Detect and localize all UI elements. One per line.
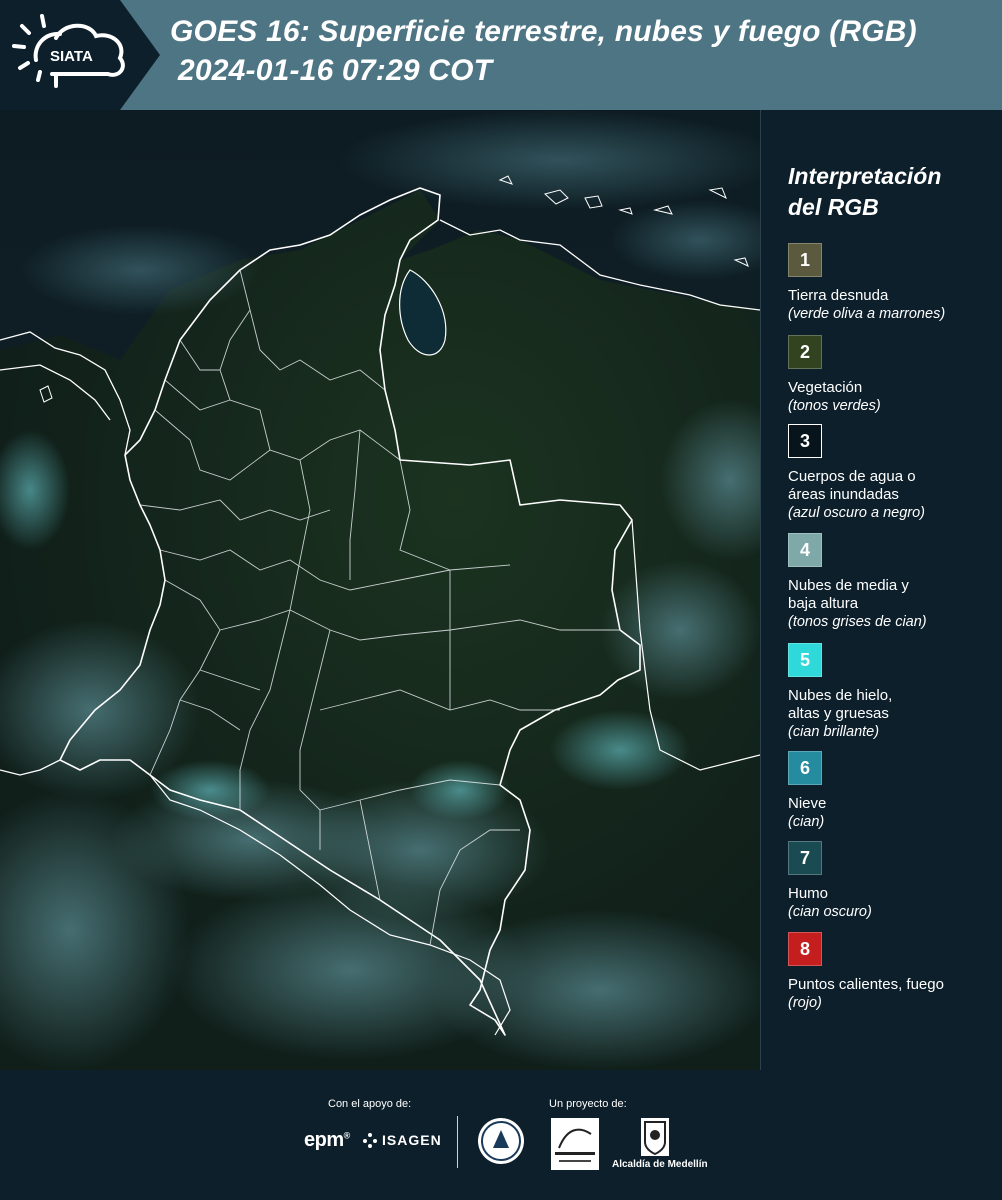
siata-logo: SIATA bbox=[12, 14, 125, 88]
project-label: Un proyecto de: bbox=[549, 1098, 627, 1110]
legend-label-6: Nieve bbox=[788, 795, 827, 812]
isagen-mark-icon bbox=[363, 1133, 377, 1148]
legend-desc-3: (azul oscuro a negro) bbox=[788, 505, 926, 521]
legend-swatch-2: 2 bbox=[788, 335, 822, 369]
legend-desc-7: (cian oscuro) bbox=[788, 904, 872, 920]
legend-item-1: 1 Tierra desnuda (verde oliva a marrones… bbox=[788, 243, 993, 323]
alcaldia-logo bbox=[641, 1118, 669, 1156]
legend-title-line1: Interpretación bbox=[788, 163, 942, 189]
legend-desc-4: (tonos grises de cian) bbox=[788, 614, 927, 630]
seal-icon bbox=[481, 1121, 521, 1161]
footer: Con el apoyo de: Un proyecto de: epm® IS… bbox=[0, 1070, 1002, 1200]
epm-logo-text: epm bbox=[304, 1129, 344, 1151]
gobernacion-seal bbox=[478, 1118, 524, 1164]
legend-title: Interpretación del RGB bbox=[788, 161, 988, 223]
legend-desc-1: (verde oliva a marrones) bbox=[788, 306, 946, 322]
legend-title-line2: del RGB bbox=[788, 194, 879, 220]
legend-desc-8: (rojo) bbox=[788, 995, 822, 1011]
legend-label-4: Nubes de media y baja altura bbox=[788, 577, 909, 612]
legend-label-7: Humo bbox=[788, 885, 829, 902]
legend-item-5: 5 Nubes de hielo, altas y gruesas (cian … bbox=[788, 643, 993, 741]
legend-swatch-5: 5 bbox=[788, 643, 822, 677]
legend-item-4: 4 Nubes de media y baja altura (tonos gr… bbox=[788, 533, 993, 631]
legend-label-8: Puntos calientes, fuego bbox=[788, 976, 944, 993]
alcaldia-label: Alcaldía de Medellín bbox=[612, 1159, 708, 1170]
page-timestamp: 2024-01-16 07:29 COT bbox=[178, 54, 493, 87]
legend-swatch-3: 3 bbox=[788, 424, 822, 458]
legend-label-5: Nubes de hielo, altas y gruesas bbox=[788, 687, 893, 722]
satellite-map bbox=[0, 110, 761, 1070]
legend-swatch-8: 8 bbox=[788, 932, 822, 966]
legend-desc-2: (tonos verdes) bbox=[788, 398, 881, 414]
epm-logo: epm® bbox=[304, 1129, 350, 1151]
isagen-logo: ISAGEN bbox=[362, 1132, 442, 1148]
header: SIATA GOES 16: Superficie terrestre, nub… bbox=[0, 0, 1002, 110]
satellite-map-svg bbox=[0, 110, 760, 1070]
legend-label-1: Tierra desnuda bbox=[788, 287, 889, 304]
legend-label-2: Vegetación bbox=[788, 379, 863, 396]
legend-swatch-1: 1 bbox=[788, 243, 822, 277]
support-label: Con el apoyo de: bbox=[328, 1098, 412, 1110]
legend-item-6: 6 Nieve (cian) bbox=[788, 751, 993, 831]
legend-label-3: Cuerpos de agua o áreas inundadas bbox=[788, 468, 916, 503]
footer-divider bbox=[457, 1116, 458, 1168]
legend-item-2: 2 Vegetación (tonos verdes) bbox=[788, 335, 993, 415]
legend-item-8: 8 Puntos calientes, fuego (rojo) bbox=[788, 932, 993, 1012]
area-metropolitana-logo bbox=[551, 1118, 599, 1170]
isagen-logo-text: ISAGEN bbox=[382, 1132, 442, 1148]
legend-desc-5: (cian brillante) bbox=[788, 724, 880, 740]
page-title: GOES 16: Superficie terrestre, nubes y f… bbox=[170, 15, 917, 48]
legend-item-7: 7 Humo (cian oscuro) bbox=[788, 841, 993, 921]
area-metropolitana-icon bbox=[555, 1128, 595, 1162]
legend-swatch-6: 6 bbox=[788, 751, 822, 785]
legend-item-3: 3 Cuerpos de agua o áreas inundadas (azu… bbox=[788, 424, 993, 522]
legend-desc-6: (cian) bbox=[788, 814, 825, 830]
alcaldia-shield-icon bbox=[644, 1121, 666, 1156]
legend-swatch-7: 7 bbox=[788, 841, 822, 875]
legend-swatch-4: 4 bbox=[788, 533, 822, 567]
siata-logo-text: SIATA bbox=[50, 48, 93, 65]
